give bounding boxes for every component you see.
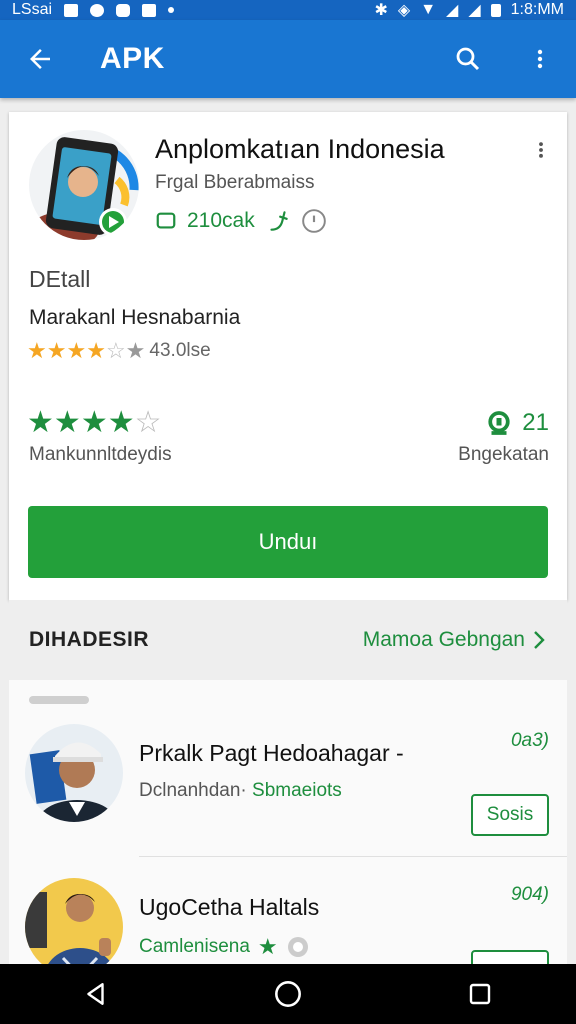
see-more-label: Mamoa Gebngan — [362, 628, 525, 651]
phone-icon — [270, 211, 288, 231]
app-bar: APK — [0, 20, 576, 98]
rating-label: Mankunnltdeydis — [29, 444, 172, 465]
item-price: 904) — [510, 884, 549, 905]
app-developer: Frgal Bberabmaiss — [155, 172, 315, 193]
search-icon — [456, 47, 480, 71]
carrier-text: LSsai — [12, 1, 53, 18]
star-icon: ★ — [107, 406, 135, 439]
item-category: Camlenisena — [139, 936, 250, 957]
gallery-notification-icon — [142, 3, 157, 17]
star-outline-icon: ☆ — [134, 406, 162, 439]
rating-row: ★ ★ ★ ★ ☆ ★ 43.0lse — [27, 340, 211, 362]
app-size: 210cak — [187, 209, 255, 232]
vibrate-icon: ◈ — [397, 2, 411, 19]
battery-icon — [490, 3, 501, 17]
signal-icon: ◢ — [446, 2, 459, 19]
item-category: Sbmaeiots — [252, 780, 342, 801]
info-icon[interactable] — [301, 208, 327, 234]
star-outline-icon: ☆ — [105, 338, 126, 363]
bluetooth-icon: ✱ — [374, 2, 388, 19]
item-title: Prkalk Pagt Hedoahagar - — [139, 740, 404, 766]
star-icon: ★ — [125, 338, 146, 363]
star-icon: ★ — [46, 338, 67, 363]
app-notification-icon — [90, 3, 105, 17]
detail-subtitle: Marakanl Hesnabarnia — [29, 306, 241, 329]
image-notification-icon — [64, 3, 79, 17]
star-icon: ★ — [53, 406, 81, 439]
divider — [139, 856, 567, 857]
download-size-icon — [156, 212, 176, 229]
item-action-button[interactable]: Sosis — [471, 794, 549, 836]
message-notification-icon — [116, 3, 131, 17]
signal-2-icon: ◢ — [468, 2, 481, 19]
status-bar: LSsai ✱ ◈ ▼ ◢ ◢ 1:8:MM — [0, 0, 576, 20]
install-button[interactable]: Unduı — [28, 506, 548, 578]
item-price: 0a3) — [510, 730, 549, 751]
star-icon: ★ — [66, 338, 87, 363]
list-item[interactable]: Prkalk Pagt Hedoahagar - Dclnanhdan· Sbm… — [9, 724, 567, 874]
chevron-right-icon — [534, 631, 545, 649]
star-icon: ★ — [257, 934, 278, 959]
card-menu-button[interactable] — [523, 132, 559, 168]
search-button[interactable] — [432, 20, 504, 98]
nav-recents-button[interactable] — [440, 964, 520, 1024]
drag-handle[interactable] — [29, 696, 89, 704]
detail-heading: DEtall — [29, 266, 91, 292]
item-developer: Dclnanhdan· — [139, 780, 247, 801]
clock: 1:8:MM — [510, 1, 564, 18]
big-rating: ★ ★ ★ ★ ☆ — [27, 408, 162, 438]
see-more-link[interactable]: Mamoa Gebngan — [363, 628, 547, 652]
app-detail-card: Anplomkatıan Indonesia Frgal Bberabmaiss… — [9, 112, 567, 600]
more-notifications-icon — [168, 7, 175, 13]
app-icon — [29, 130, 139, 240]
triangle-back-icon — [87, 983, 104, 1005]
wifi-icon: ▼ — [420, 1, 437, 18]
back-button[interactable] — [0, 20, 80, 98]
overflow-menu-button[interactable] — [504, 20, 576, 98]
nav-back-button[interactable] — [56, 964, 136, 1024]
list-item[interactable]: UgoCetha Haltals Camlenisena ★ 904) — [9, 878, 567, 964]
info-icon — [287, 937, 308, 957]
download-count: 21 — [522, 409, 549, 436]
rating-text: 43.0lse — [149, 340, 211, 361]
square-recents-icon — [469, 983, 491, 1005]
star-icon: ★ — [86, 338, 106, 363]
download-count-label: Bngekatan — [458, 444, 549, 465]
circle-home-icon — [275, 981, 301, 1007]
avatar — [25, 878, 123, 964]
star-icon: ★ — [80, 406, 108, 439]
section-header: DIHADESIR Mamoa Gebngan — [9, 600, 567, 680]
app-name: Anplomkatıan Indonesia — [155, 134, 445, 164]
item-title: UgoCetha Haltals — [139, 894, 320, 920]
star-icon: ★ — [27, 338, 47, 363]
app-list: Prkalk Pagt Hedoahagar - Dclnanhdan· Sbm… — [9, 680, 567, 964]
avatar — [25, 724, 123, 822]
badge-icon — [488, 411, 510, 435]
more-vert-icon — [537, 49, 543, 69]
page-title: APK — [100, 42, 165, 75]
item-action-button[interactable] — [471, 950, 549, 964]
section-title: DIHADESIR — [29, 628, 150, 651]
star-icon: ★ — [27, 406, 54, 439]
arrow-left-icon — [30, 49, 50, 69]
system-nav-bar — [0, 964, 576, 1024]
more-vert-icon — [539, 142, 543, 158]
nav-home-button[interactable] — [248, 964, 328, 1024]
